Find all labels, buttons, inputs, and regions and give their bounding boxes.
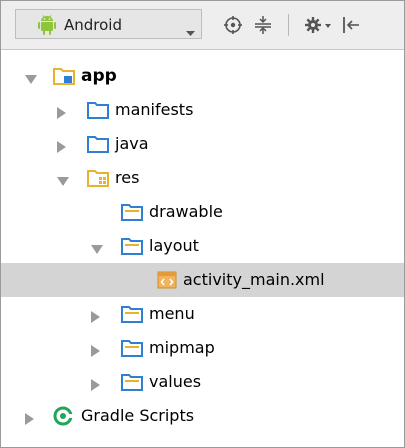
resource-folder-icon [121,202,143,226]
resource-folder-icon [121,338,143,362]
collapse-all-icon[interactable] [253,15,273,39]
collapsed-arrow-icon[interactable] [25,410,35,429]
expanded-arrow-icon[interactable] [25,70,37,89]
collapsed-arrow-icon[interactable] [91,342,101,361]
collapsed-arrow-icon[interactable] [91,376,101,395]
gear-icon[interactable] [304,15,332,39]
tree-node-drawable[interactable]: drawable [1,195,404,229]
tree-label-values: values [149,372,202,391]
tree-label-res: res [115,168,140,187]
tree-label-gradle-scripts: Gradle Scripts [81,406,195,425]
tree-label-manifests: manifests [115,100,194,119]
tree-node-res[interactable]: res [1,161,404,195]
tree-node-layout[interactable]: layout [1,229,404,263]
tree-label-activity-main: activity_main.xml [183,270,325,289]
collapsed-arrow-icon[interactable] [57,138,67,157]
project-toolbar: Android [1,1,404,50]
expanded-arrow-icon[interactable] [57,172,69,191]
tree-node-menu[interactable]: menu [1,297,404,331]
tree-node-activity-main[interactable]: activity_main.xml [1,263,404,297]
tree-node-values[interactable]: values [1,365,404,399]
project-panel: Android app manifests java res drawable … [0,0,405,448]
tree-label-mipmap: mipmap [149,338,215,357]
expanded-arrow-icon[interactable] [91,240,103,259]
hide-panel-icon[interactable] [341,15,361,39]
tree-label-app: app [81,66,117,86]
tree-node-java[interactable]: java [1,127,404,161]
collapsed-arrow-icon[interactable] [91,308,101,327]
tree-node-gradle-scripts[interactable]: Gradle Scripts [1,399,404,433]
tree-node-app[interactable]: app [1,59,404,93]
resource-folder-icon [121,372,143,396]
chevron-down-icon [186,22,195,41]
gradle-icon [53,406,73,430]
module-folder-icon [53,66,75,90]
tree-label-layout: layout [149,236,199,255]
toolbar-separator [288,14,289,36]
tree-node-mipmap[interactable]: mipmap [1,331,404,365]
tree-label-java: java [115,134,149,153]
crosshair-icon[interactable] [223,15,243,39]
collapsed-arrow-icon[interactable] [57,104,67,123]
folder-icon [87,100,109,124]
view-selector-label: Android [64,16,122,34]
android-icon [38,15,56,39]
tree-label-drawable: drawable [149,202,223,221]
resource-folder-icon [121,236,143,260]
resources-folder-icon [87,168,109,192]
xml-file-icon [157,270,177,294]
view-selector-dropdown[interactable]: Android [15,9,202,39]
tree-node-manifests[interactable]: manifests [1,93,404,127]
resource-folder-icon [121,304,143,328]
folder-icon [87,134,109,158]
tree-label-menu: menu [149,304,195,323]
